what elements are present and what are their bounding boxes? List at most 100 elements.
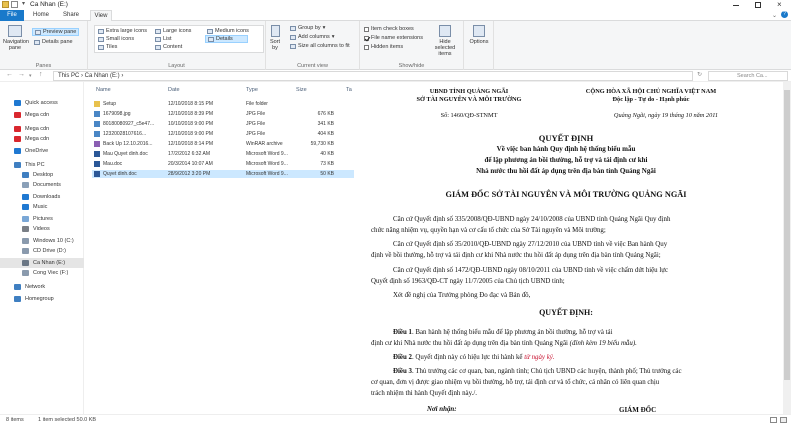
column-header-name[interactable]: Name bbox=[96, 87, 111, 93]
sort-by-button[interactable]: Sort by bbox=[269, 25, 281, 51]
nav-item[interactable]: Desktop bbox=[0, 170, 84, 180]
layout-item-label: Content bbox=[163, 44, 183, 50]
details-pane-button[interactable]: Details pane bbox=[34, 39, 73, 45]
tab-file[interactable]: File bbox=[0, 10, 24, 21]
column-header-tags[interactable]: Ta bbox=[346, 87, 352, 93]
recent-locations-icon[interactable]: ▾ bbox=[29, 73, 32, 79]
refresh-icon[interactable]: ↻ bbox=[697, 71, 702, 78]
nav-item[interactable]: Downloads bbox=[0, 192, 84, 202]
nav-item[interactable]: Mega cdn bbox=[0, 134, 84, 144]
file-row[interactable]: 12320028107616... 12/10/2018 9:00 PM JPG F… bbox=[92, 130, 354, 138]
doc-nation-line1: CỘNG HÒA XÃ HỘI CHỦ NGHĨA VIỆT NAM bbox=[585, 88, 717, 95]
column-header-date[interactable]: Date bbox=[168, 87, 180, 93]
file-date: 28/9/2012 3:20 PM bbox=[168, 171, 211, 177]
large-icons-view-icon[interactable] bbox=[780, 417, 787, 423]
layout-content[interactable]: Content bbox=[155, 44, 182, 50]
item-check-boxes-toggle[interactable]: Item check boxes bbox=[364, 26, 414, 32]
layout-item-label: Details bbox=[216, 36, 233, 42]
checkbox-icon bbox=[364, 26, 369, 32]
column-header-size[interactable]: Size bbox=[296, 87, 307, 93]
navigation-pane-button[interactable]: Navigation pane bbox=[3, 25, 29, 51]
up-arrow-icon[interactable]: ↑ bbox=[39, 71, 43, 78]
tab-share[interactable]: Share bbox=[60, 10, 82, 21]
nav-item-icon bbox=[14, 100, 21, 106]
title-bar: ▾ Ca Nhan (E:) × bbox=[0, 0, 791, 10]
nav-item[interactable]: Cong Viec (F:) bbox=[0, 268, 84, 278]
layout-small-icons[interactable]: Small icons bbox=[98, 36, 134, 42]
hidden-items-toggle[interactable]: Hidden items bbox=[364, 44, 403, 50]
tab-home[interactable]: Home bbox=[30, 10, 52, 21]
nav-item[interactable]: Ca Nhan (E:) bbox=[0, 258, 84, 268]
size-all-columns-button[interactable]: Size all columns to fit bbox=[290, 43, 350, 49]
close-button[interactable]: × bbox=[769, 0, 791, 10]
file-row[interactable]: Back Up 12.10.2016... 12/10/2018 8:14 PM W… bbox=[92, 140, 354, 148]
layout-list[interactable]: List bbox=[155, 36, 172, 42]
nav-item[interactable]: Quick access bbox=[0, 98, 84, 108]
nav-item[interactable]: Windows 10 (C:) bbox=[0, 236, 84, 246]
nav-item-icon bbox=[22, 172, 29, 178]
maximize-icon bbox=[755, 2, 761, 8]
layout-item-label: Tiles bbox=[106, 44, 118, 50]
checkbox-checked-icon bbox=[364, 35, 369, 41]
nav-item[interactable]: Pictures bbox=[0, 214, 84, 224]
layout-details[interactable]: Details bbox=[205, 35, 248, 43]
file-row[interactable]: Setup 12/10/2018 8:15 PM File folder bbox=[92, 100, 354, 108]
navigation-pane-label: Navigation pane bbox=[3, 39, 29, 51]
preview-scrollbar[interactable] bbox=[783, 82, 791, 414]
medium-icons-icon bbox=[207, 28, 213, 34]
preview-pane-button[interactable]: Preview pane bbox=[32, 28, 80, 36]
tab-view[interactable]: View bbox=[90, 10, 112, 21]
scrollbar-thumb[interactable] bbox=[784, 90, 790, 380]
show-hide-group: Item check boxes File name extensions Hi… bbox=[360, 21, 464, 70]
nav-item[interactable]: Network bbox=[0, 282, 84, 292]
file-row[interactable]: 80180080927_c5e47... 10/10/2018 9:00 PM JP… bbox=[92, 120, 354, 128]
nav-item-label: Mega cdn bbox=[25, 136, 50, 142]
file-row[interactable]: Quyet dinh.doc 28/9/2012 3:20 PM Microsoft… bbox=[92, 170, 354, 178]
layout-extra-large-icons[interactable]: Extra large icons bbox=[98, 28, 147, 34]
nav-item[interactable]: CD Drive (D:) bbox=[0, 246, 84, 256]
layout-large-icons[interactable]: Large icons bbox=[155, 28, 191, 34]
nav-item[interactable]: OneDrive bbox=[0, 146, 84, 156]
nav-item[interactable]: This PC bbox=[0, 160, 84, 170]
extra-large-icons-icon bbox=[98, 28, 104, 34]
doc-title: QUYẾT ĐỊNH bbox=[538, 133, 594, 143]
file-row[interactable]: 1679098.jpg 12/10/2018 8:39 PM JPG File 676… bbox=[92, 110, 354, 118]
nav-item[interactable]: Homegroup bbox=[0, 294, 84, 304]
nav-item[interactable]: Videos bbox=[0, 224, 84, 234]
nav-item-icon bbox=[22, 248, 29, 254]
forward-arrow-icon[interactable]: → bbox=[18, 71, 25, 78]
help-icon[interactable]: ? bbox=[781, 11, 788, 18]
hide-selected-items-button[interactable]: Hide selected items bbox=[430, 25, 460, 57]
file-size: 40 KB bbox=[320, 151, 334, 157]
nav-item-label: Cong Viec (F:) bbox=[33, 270, 69, 276]
nav-item[interactable]: Mega cdn bbox=[0, 110, 84, 120]
nav-item-label: OneDrive bbox=[25, 148, 49, 154]
add-columns-button[interactable]: Add columns ▾ bbox=[290, 34, 335, 40]
back-arrow-icon[interactable]: ← bbox=[6, 71, 13, 78]
quick-access-dropdown-icon[interactable]: ▾ bbox=[20, 1, 27, 8]
search-input[interactable]: Search Ca... bbox=[708, 71, 788, 81]
options-button[interactable]: Options bbox=[468, 25, 490, 45]
nav-item-label: Homegroup bbox=[25, 296, 54, 302]
maximize-button[interactable] bbox=[747, 0, 769, 10]
group-by-button[interactable]: Group by ▾ bbox=[290, 25, 325, 31]
layout-item-label: Large icons bbox=[163, 28, 192, 34]
file-name: Quyet dinh.doc bbox=[103, 171, 137, 177]
minimize-button[interactable] bbox=[725, 0, 747, 10]
layout-tiles[interactable]: Tiles bbox=[98, 44, 117, 50]
address-bar[interactable]: This PC › Ca Nhan (E:) › bbox=[53, 71, 693, 81]
properties-icon[interactable] bbox=[11, 1, 18, 8]
file-row[interactable]: Mau Quyet dinh.doc 17/2/2012 6:32 AM Micro… bbox=[92, 150, 354, 158]
nav-item[interactable]: Documents bbox=[0, 180, 84, 190]
doc-paragraph: cơ quan, đơn vị được giao nhiệm vụ bồi t… bbox=[371, 379, 660, 386]
column-header-type[interactable]: Type bbox=[246, 87, 258, 93]
layout-medium-icons[interactable]: Medium icons bbox=[207, 28, 249, 34]
details-view-icon[interactable] bbox=[770, 417, 777, 423]
size-all-columns-label: Size all columns to fit bbox=[298, 43, 350, 49]
nav-item[interactable]: Mega cdn bbox=[0, 124, 84, 134]
ribbon-collapse-icon[interactable]: ⌄ bbox=[772, 12, 777, 19]
nav-item[interactable]: Music bbox=[0, 202, 84, 212]
search-placeholder: Search Ca... bbox=[737, 73, 768, 79]
file-row[interactable]: Mau.doc 20/3/2014 10:07 AM Microsoft Word … bbox=[92, 160, 354, 168]
file-name-extensions-toggle[interactable]: File name extensions bbox=[364, 35, 423, 41]
